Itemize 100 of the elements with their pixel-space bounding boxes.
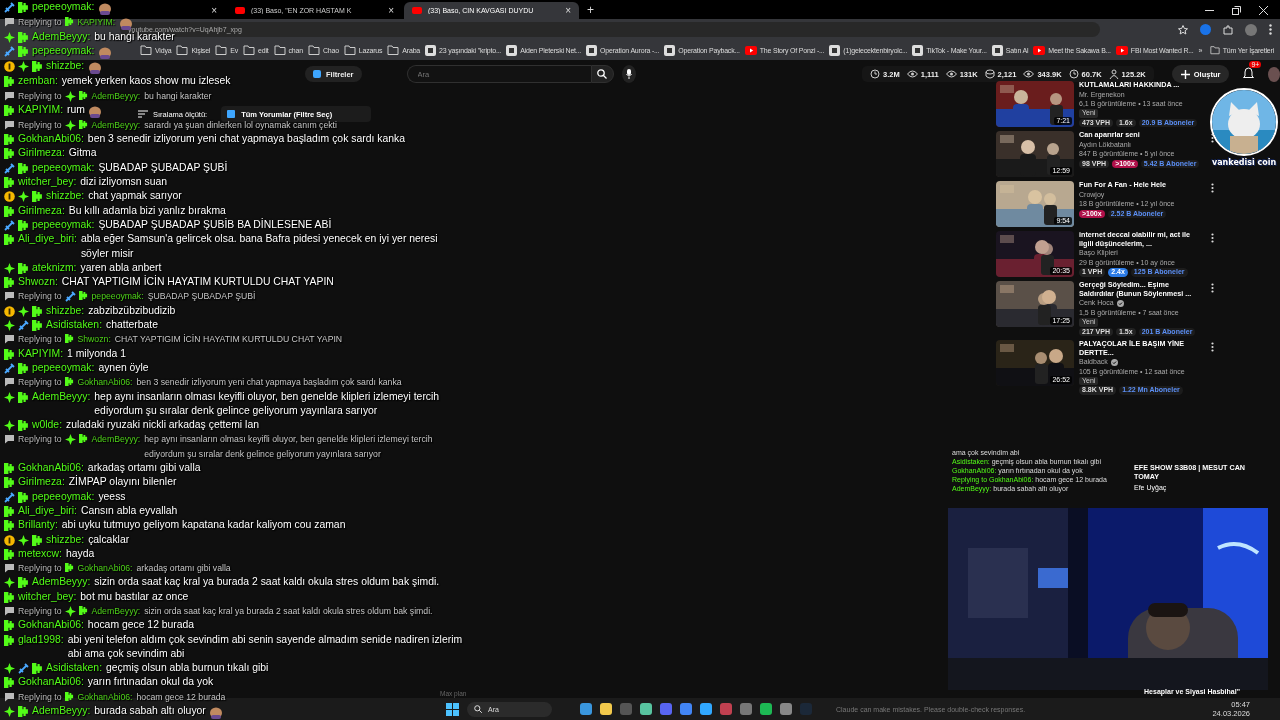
search-button[interactable] [590, 65, 615, 83]
chat-username[interactable]: GokhanAbi06: [18, 132, 84, 147]
chat-message: hocam gece 12 burada [87, 618, 195, 633]
app-icon[interactable] [700, 703, 712, 715]
chat-username[interactable]: shizzbe: [46, 59, 85, 74]
new-tab-button[interactable]: + [587, 3, 594, 17]
bell-icon[interactable] [1243, 67, 1255, 79]
person-icon [1108, 69, 1119, 79]
app-icon[interactable] [780, 703, 792, 715]
clock-icon [1068, 69, 1079, 79]
chat-message: yeess [98, 489, 126, 504]
chat-username[interactable]: Shwozn: [18, 275, 58, 290]
profile-icon[interactable] [1245, 23, 1257, 36]
chat-username[interactable]: Shwozn: [77, 332, 111, 347]
kebab-menu-icon[interactable] [1211, 133, 1215, 144]
chat-username[interactable]: witcher_bey: [18, 175, 77, 190]
chat-username[interactable]: witcher_bey: [18, 589, 77, 604]
chat-username[interactable]: pepeeoymak: [32, 217, 95, 233]
chat-username[interactable]: glad1998: [18, 632, 64, 647]
chat-username[interactable]: AdemBeyyy: [32, 389, 91, 404]
chat-username[interactable]: KAPIYIM: [18, 346, 64, 361]
chat-message: bu hangi karakter [144, 89, 212, 103]
chat-username[interactable]: AdemBeyyy: [91, 88, 141, 103]
minimize-icon[interactable] [1205, 9, 1214, 12]
chat-message: chat yapmak sarıyor [88, 189, 182, 204]
reply-label: Replying to [18, 16, 62, 29]
chat-username[interactable]: GokhanAbi06: [77, 561, 133, 576]
chat-username[interactable]: shizzbe: [46, 532, 85, 547]
chat-username[interactable]: zemban: [18, 74, 58, 89]
clock-icon [870, 69, 881, 79]
app-icon[interactable] [640, 703, 652, 715]
chat-username[interactable]: AdemBeyyy: [91, 117, 141, 133]
restore-icon[interactable] [1232, 6, 1241, 15]
microphone-icon [626, 69, 633, 79]
chat-message: arkadaş ortamı gibi valla [136, 562, 231, 576]
chat-username[interactable]: AdemBeyyy: [91, 432, 141, 447]
star-icon[interactable] [1178, 24, 1188, 35]
app-icon[interactable] [600, 703, 612, 715]
folder-icon [1209, 45, 1220, 55]
chat-username[interactable]: Girilmeza: [18, 203, 65, 218]
chat-username[interactable]: Girilmeza: [18, 475, 65, 490]
chat-username[interactable]: GokhanAbi06: [18, 461, 84, 476]
chat-username[interactable]: pepeeoymak: [32, 160, 95, 176]
chat-message: Gitma [68, 146, 97, 161]
microphone-button[interactable] [622, 65, 637, 83]
chat-username[interactable]: pepeeoymak: [91, 289, 144, 304]
account-avatar[interactable] [1268, 66, 1280, 82]
close-icon[interactable] [1259, 6, 1268, 15]
speech-bubble-icon [4, 291, 15, 302]
chat-username[interactable]: pepeeoymak: [32, 360, 95, 376]
chat-message: arkadaş ortamı gibi valla [87, 461, 201, 475]
app-icon[interactable] [760, 703, 772, 715]
speech-bubble-icon [4, 691, 15, 702]
kebab-menu-icon[interactable] [1211, 183, 1215, 194]
chat-username[interactable]: ateknizm: [32, 260, 77, 276]
chat-username[interactable]: Asidistaken: [46, 661, 103, 676]
speech-bubble-icon [4, 377, 15, 388]
chat-username[interactable]: Girilmeza: [18, 146, 65, 161]
sort-icon[interactable] [138, 110, 148, 118]
chat-message: burada sabah altı oluyor [94, 704, 206, 719]
chat-username[interactable]: GokhanAbi06: [77, 689, 133, 705]
windows-icon[interactable] [446, 702, 459, 716]
filter-icon [227, 110, 236, 118]
app-icon[interactable] [680, 703, 692, 715]
search-icon [597, 69, 608, 79]
chat-username[interactable]: AdemBeyyy: [32, 30, 91, 45]
chat-username[interactable]: Ali_diye_biri: [18, 503, 77, 519]
extension-icon[interactable] [1200, 24, 1211, 35]
chat-username[interactable]: Brillanty: [18, 518, 58, 533]
kebab-menu-icon[interactable] [1269, 24, 1272, 35]
kebab-menu-icon[interactable] [1211, 283, 1215, 294]
chat-username[interactable]: KAPIYIM: [18, 102, 64, 118]
chat-username[interactable]: GokhanAbi06: [18, 675, 84, 690]
chat-message: Cansın abla eyvallah [80, 503, 178, 518]
chat-username[interactable]: shizzbe: [46, 303, 85, 319]
chat-username[interactable]: AdemBeyyy: [32, 575, 91, 590]
search-icon [474, 705, 482, 713]
chat-message: sizin orda saat kaç kral ya burada 2 saat kaldı okula stres oldum bak şimdi. [144, 605, 433, 618]
chat-username[interactable]: pepeeoymak: [32, 489, 95, 504]
speech-bubble-icon [4, 119, 15, 130]
eye-icon [945, 70, 957, 78]
plus-icon [1180, 69, 1190, 79]
chat-username[interactable]: GokhanAbi06: [77, 375, 133, 390]
kebab-menu-icon[interactable] [1211, 233, 1215, 244]
chat-username[interactable]: shizzbe: [46, 189, 85, 204]
app-icon[interactable] [580, 703, 592, 715]
chat-username[interactable]: pepeeoymak: [32, 44, 95, 59]
chat-username[interactable]: metexcw: [18, 546, 62, 562]
chat-username[interactable]: GokhanAbi06: [18, 618, 84, 633]
chat-username[interactable]: pepeeoymak: [32, 0, 95, 15]
chat-username[interactable]: Ali_diye_biri: [18, 232, 77, 247]
kebab-menu-icon[interactable] [1211, 342, 1215, 353]
chat-username[interactable]: w0lde: [32, 418, 63, 433]
chat-username[interactable]: Asidistaken: [46, 318, 103, 333]
chat-username[interactable]: KAPIYIM: [77, 15, 116, 30]
chat-username[interactable]: AdemBeyyy: [32, 704, 91, 719]
reply-label: Replying to [18, 605, 62, 618]
chat-message: ŞUBADAP ŞUBADAP ŞUBİ [98, 160, 228, 175]
chat-message: abi uyku tutmuyo geliyom kapatana kadar kaliyom cou zaman [61, 518, 346, 533]
chat-username[interactable]: AdemBeyyy: [91, 604, 141, 619]
